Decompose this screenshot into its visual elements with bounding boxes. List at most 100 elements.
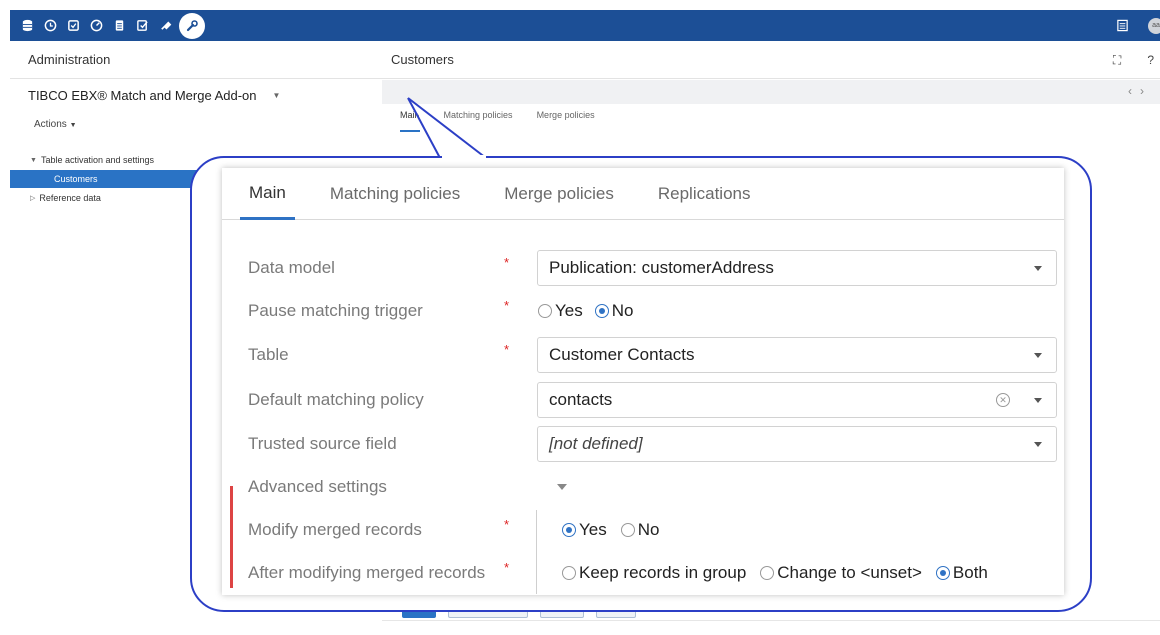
zoomed-form-card: Main Matching policies Merge policies Re…	[222, 168, 1064, 595]
data-model-row: Data model * Publication: customerAddres…	[248, 250, 1058, 286]
tree-item-customers[interactable]: Customers	[10, 170, 200, 188]
default-policy-row: Default matching policy contacts ✕	[248, 382, 1058, 418]
left-pane-header: Administration	[10, 41, 382, 79]
expand-arrow-icon[interactable]: ▼	[30, 157, 37, 164]
background-tabs: Main Matching policies Merge policies	[392, 110, 595, 132]
radio-icon[interactable]	[620, 523, 635, 537]
radio-label: Keep records in group	[579, 563, 747, 582]
required-mark: *	[504, 341, 510, 357]
advanced-settings-label: Advanced settings	[248, 477, 387, 496]
pause-trigger-radio-group: Yes No	[538, 301, 645, 321]
dashboard-icon[interactable]	[85, 10, 108, 41]
tab-main-small[interactable]: Main	[400, 110, 420, 132]
required-mark: *	[504, 559, 510, 575]
both-radio[interactable]: Both	[935, 563, 988, 583]
radio-label: No	[637, 520, 660, 539]
footer-divider	[382, 620, 1160, 635]
required-mark: *	[504, 297, 510, 313]
navigation-tree: ▼ Table activation and settings Customer…	[10, 150, 200, 208]
radio-label: No	[611, 301, 634, 320]
radio-icon[interactable]	[760, 566, 775, 580]
tab-main[interactable]: Main	[240, 168, 295, 220]
edit-check-icon[interactable]	[131, 10, 154, 41]
trusted-source-select[interactable]: [not defined]	[537, 426, 1057, 462]
clear-icon[interactable]: ✕	[996, 393, 1010, 407]
default-policy-label: Default matching policy	[248, 390, 424, 409]
tree-item-reference-data[interactable]: ▷ Reference data	[10, 188, 200, 208]
chevron-down-icon: ▼	[69, 122, 77, 129]
table-value: Customer Contacts	[549, 345, 695, 364]
database-icon[interactable]	[16, 10, 39, 41]
radio-label: Change to <unset>	[777, 563, 922, 582]
radio-icon[interactable]	[538, 304, 552, 318]
pause-no-radio[interactable]: No	[594, 301, 634, 321]
radio-selected-icon[interactable]	[594, 304, 609, 318]
checkbox-icon[interactable]	[62, 10, 85, 41]
radio-icon[interactable]	[562, 566, 576, 580]
keep-records-radio[interactable]: Keep records in group	[562, 563, 746, 583]
advanced-settings-row[interactable]: Advanced settings	[248, 469, 1058, 505]
expand-chevron-icon[interactable]	[557, 484, 567, 490]
change-unset-radio[interactable]: Change to <unset>	[760, 563, 922, 583]
modify-merged-label: Modify merged records	[248, 520, 422, 539]
form-tabs: Main Matching policies Merge policies Re…	[222, 168, 1064, 220]
table-select[interactable]: Customer Contacts	[537, 337, 1057, 373]
tab-replications[interactable]: Replications	[649, 168, 760, 220]
table-label: Table	[248, 345, 289, 364]
wrench-icon[interactable]	[177, 10, 207, 41]
app-window: aa Administration TIBCO EBX® Match and M…	[0, 0, 1160, 635]
tab-merge-policies[interactable]: Merge policies	[495, 168, 623, 220]
required-mark: *	[504, 516, 510, 532]
plug-icon[interactable]	[154, 10, 177, 41]
collapse-arrow-icon[interactable]: ▷	[30, 194, 35, 202]
trusted-source-value: [not defined]	[549, 434, 643, 453]
chevron-down-icon[interactable]	[1034, 353, 1042, 358]
chevron-down-icon[interactable]	[1034, 266, 1042, 271]
data-model-label: Data model	[248, 258, 335, 277]
tree-item-label: Customers	[54, 174, 98, 184]
modify-no-radio[interactable]: No	[620, 520, 660, 540]
required-mark: *	[504, 254, 510, 270]
default-policy-value: contacts	[549, 390, 613, 409]
pause-yes-radio[interactable]: Yes	[538, 301, 583, 321]
user-avatar[interactable]: aa	[1148, 17, 1160, 34]
tree-item-table-activation[interactable]: ▼ Table activation and settings	[10, 150, 200, 170]
app-selector[interactable]: TIBCO EBX® Match and Merge Add-on ▼	[28, 88, 280, 103]
data-model-value: Publication: customerAddress	[549, 258, 774, 277]
chevron-down-icon[interactable]: ▼	[273, 91, 281, 100]
radio-selected-icon[interactable]	[562, 523, 576, 537]
document-icon[interactable]	[108, 10, 131, 41]
radio-label: Yes	[555, 301, 583, 320]
tab-matching-small[interactable]: Matching policies	[444, 110, 513, 132]
trusted-source-row: Trusted source field [not defined]	[248, 426, 1058, 462]
advanced-group-indicator	[230, 486, 233, 588]
modify-yes-radio[interactable]: Yes	[562, 520, 607, 540]
data-model-select[interactable]: Publication: customerAddress	[537, 250, 1057, 286]
chevron-down-icon[interactable]	[1034, 398, 1042, 403]
prev-next-icon[interactable]: ‹›	[1128, 84, 1152, 98]
tab-merge-small[interactable]: Merge policies	[537, 110, 595, 132]
actions-label: Actions	[34, 119, 67, 130]
page-title: Customers	[391, 52, 454, 67]
clock-icon[interactable]	[39, 10, 62, 41]
radio-label: Yes	[579, 520, 607, 539]
grid-icon[interactable]	[1111, 10, 1134, 41]
chevron-down-icon[interactable]	[1034, 442, 1042, 447]
modify-merged-radio-group: Yes No	[562, 520, 671, 540]
app-title: TIBCO EBX® Match and Merge Add-on	[28, 88, 257, 103]
after-modifying-row: After modifying merged records * Keep re…	[248, 555, 1058, 591]
default-policy-select[interactable]: contacts ✕	[537, 382, 1057, 418]
pause-trigger-label: Pause matching trigger	[248, 301, 423, 320]
trusted-source-label: Trusted source field	[248, 434, 397, 453]
after-modifying-label: After modifying merged records	[248, 563, 486, 582]
after-modifying-radio-group: Keep records in group Change to <unset> …	[562, 563, 1000, 583]
pause-trigger-row: Pause matching trigger * Yes No	[248, 293, 1058, 329]
fullscreen-icon[interactable]: ⛶	[1113, 53, 1121, 68]
tab-matching-policies[interactable]: Matching policies	[321, 168, 469, 220]
tree-item-label: Table activation and settings	[40, 155, 155, 165]
help-icon[interactable]: ?	[1147, 53, 1154, 67]
radio-selected-icon[interactable]	[935, 566, 950, 580]
radio-label: Both	[952, 563, 988, 582]
record-nav-bar: ‹›	[382, 80, 1160, 104]
actions-menu[interactable]: Actions ▼	[34, 119, 77, 130]
